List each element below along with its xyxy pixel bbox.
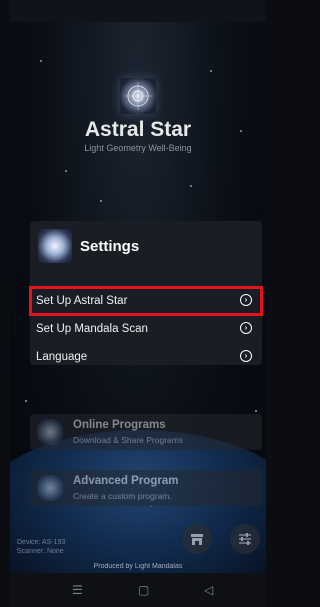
- menu-item-label: Set Up Astral Star: [36, 295, 128, 307]
- store-icon: [191, 534, 203, 545]
- menu-item-set-up-astral-star[interactable]: Set Up Astral Star ›: [29, 286, 263, 316]
- sliders-button[interactable]: [230, 524, 260, 554]
- program-title: Online Programs: [73, 419, 166, 431]
- device-info: Device: AS-193 Scanner: None: [17, 538, 65, 556]
- app-screen: Astral Star Light Geometry Well-Being Se…: [10, 0, 266, 607]
- app-title: Astral Star: [84, 118, 192, 141]
- menu-nav-icon[interactable]: ☰: [72, 583, 83, 597]
- program-subtitle: Create a custom program.: [73, 491, 172, 501]
- arrow-right-circle-icon: ›: [240, 322, 252, 334]
- online-programs-card[interactable]: Online Programs Download & Share Program…: [30, 414, 262, 450]
- scanner-line: Scanner: None: [17, 548, 64, 555]
- arrow-right-circle-icon: ›: [240, 350, 252, 362]
- menu-item-label: Language: [36, 351, 88, 363]
- app-logo: [120, 78, 156, 114]
- settings-card: Settings Set Up Astral Star › Set Up Man…: [29, 221, 263, 365]
- sliders-icon: [239, 533, 251, 545]
- settings-mandala-icon: [38, 229, 72, 263]
- advanced-program-card[interactable]: Advanced Program Create a custom program…: [30, 470, 262, 506]
- home-nav-icon[interactable]: ▢: [138, 583, 149, 597]
- device-line: Device: AS-193: [17, 539, 66, 546]
- program-subtitle: Download & Share Programs: [73, 435, 184, 445]
- back-nav-icon[interactable]: ◁: [204, 583, 213, 597]
- system-nav-bar: ☰ ▢ ◁: [10, 573, 266, 607]
- arrow-right-circle-icon: ›: [240, 294, 252, 306]
- status-bar: [10, 0, 266, 22]
- program-title: Advanced Program: [73, 475, 179, 487]
- menu-item-language[interactable]: Language ›: [30, 343, 262, 371]
- settings-title: Settings: [80, 238, 140, 255]
- store-button[interactable]: [182, 524, 212, 554]
- menu-item-set-up-mandala-scan[interactable]: Set Up Mandala Scan ›: [30, 315, 262, 343]
- menu-item-label: Set Up Mandala Scan: [36, 323, 148, 335]
- footer-credit: Produced by Light Mandalas: [93, 563, 183, 570]
- online-programs-icon: [37, 419, 63, 445]
- app-subtitle: Light Geometry Well-Being: [84, 143, 192, 153]
- advanced-program-icon: [37, 475, 63, 501]
- settings-header: Settings: [38, 229, 258, 265]
